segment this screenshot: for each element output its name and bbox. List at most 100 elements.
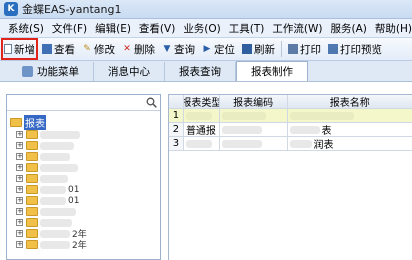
query-button-label: 查询: [174, 43, 195, 56]
menu-tools[interactable]: 工具(T): [229, 21, 265, 36]
tree-node-label: 01: [68, 195, 80, 206]
cell-report-code: [220, 137, 288, 150]
view-icon: [42, 44, 52, 54]
expand-icon[interactable]: +: [16, 208, 23, 215]
column-header-report-name[interactable]: 报表名称: [287, 95, 412, 108]
new-button-label: 新增: [14, 43, 35, 56]
new-document-icon: [4, 44, 12, 54]
column-header-report-code[interactable]: 报表编码: [219, 95, 288, 108]
table-row[interactable]: 1: [169, 109, 412, 123]
tab-report-query[interactable]: 报表查询: [165, 62, 236, 81]
redacted-label: [40, 130, 80, 139]
folder-icon: [26, 196, 38, 205]
grid-header-row: 报表类型 报表编码 报表名称: [169, 95, 412, 109]
pencil-icon: ✎: [83, 44, 91, 54]
redacted-label: [40, 207, 76, 216]
menu-workflow[interactable]: 工作流(W): [272, 21, 322, 36]
menu-bar: 系统(S) 文件(F) 编辑(E) 查看(V) 业务(O) 工具(T) 工作流(…: [0, 19, 412, 38]
menu-file[interactable]: 文件(F): [52, 21, 87, 36]
menu-business[interactable]: 业务(O): [183, 21, 220, 36]
folder-icon: [26, 141, 38, 150]
tree-search-input[interactable]: [7, 95, 160, 111]
expand-icon[interactable]: +: [16, 153, 23, 160]
expand-icon[interactable]: +: [16, 175, 23, 182]
report-tree-panel: 报表 + + + + + +01 +01 + + +2年 +2年: [6, 94, 161, 260]
locate-button[interactable]: ▶ 定位: [200, 39, 237, 59]
refresh-button[interactable]: 刷新: [240, 39, 277, 59]
expand-icon[interactable]: +: [16, 186, 23, 193]
print-button[interactable]: 打印: [286, 39, 323, 59]
delete-button[interactable]: ✕ 删除: [120, 39, 157, 59]
folder-icon: [26, 174, 38, 183]
menu-system[interactable]: 系统(S): [8, 21, 44, 36]
cell-report-type: [184, 137, 220, 150]
edit-button[interactable]: ✎ 修改: [80, 39, 117, 59]
locate-button-label: 定位: [214, 43, 235, 56]
delete-button-label: 删除: [134, 43, 155, 56]
row-number: 1: [169, 109, 184, 122]
table-row[interactable]: 3 润表: [169, 137, 412, 151]
search-icon[interactable]: [146, 97, 157, 108]
title-bar: K 金蝶EAS-yantang1: [0, 0, 412, 19]
expand-icon[interactable]: +: [16, 164, 23, 171]
tree-node[interactable]: +: [7, 129, 160, 140]
report-grid: 报表类型 报表编码 报表名称 1 2 普通报 表 3 润表: [168, 94, 412, 260]
redacted-label: [40, 218, 72, 227]
tree-node-label: 01: [68, 184, 80, 195]
expand-icon[interactable]: +: [16, 241, 23, 248]
tree-node[interactable]: +: [7, 162, 160, 173]
print-preview-icon: [328, 44, 338, 54]
tree-root-node[interactable]: 报表: [7, 114, 160, 130]
redacted-label: [40, 152, 70, 161]
row-number: 3: [169, 137, 184, 150]
menu-service[interactable]: 服务(A): [330, 21, 366, 36]
cell-report-name: 表: [288, 123, 412, 136]
view-button[interactable]: 查看: [40, 39, 77, 59]
report-name-text: 表: [321, 126, 332, 136]
tab-message-center[interactable]: 消息中心: [94, 62, 165, 81]
folder-icon: [26, 130, 38, 139]
expand-icon[interactable]: +: [16, 230, 23, 237]
function-menu-icon: [22, 66, 33, 77]
new-button[interactable]: 新增: [1, 38, 38, 60]
folder-icon: [26, 152, 38, 161]
tree-node[interactable]: +2年: [7, 239, 160, 251]
redacted-label: [40, 240, 70, 249]
folder-icon: [26, 218, 38, 227]
tree-node-label: 2年: [72, 241, 87, 251]
folder-icon: [26, 229, 38, 238]
redacted-label: [40, 196, 66, 205]
toolbar: 新增 查看 ✎ 修改 ✕ 删除 ▼ 查询 ▶ 定位 刷新 打印 打印预览: [0, 38, 412, 61]
expand-icon[interactable]: +: [16, 197, 23, 204]
column-header-report-type[interactable]: 报表类型: [183, 95, 220, 108]
expand-icon[interactable]: +: [16, 219, 23, 226]
print-button-label: 打印: [300, 43, 321, 56]
tab-function-menu[interactable]: 功能菜单: [8, 62, 94, 81]
tree-node[interactable]: +01: [7, 184, 160, 195]
window-title: 金蝶EAS-yantang1: [22, 3, 122, 16]
menu-edit[interactable]: 编辑(E): [95, 21, 131, 36]
tree-node[interactable]: +: [7, 206, 160, 217]
row-number-header: [169, 95, 184, 108]
cell-report-type: [183, 109, 220, 122]
folder-icon: [26, 163, 38, 172]
row-number: 2: [169, 123, 184, 136]
menu-help[interactable]: 帮助(H): [375, 21, 412, 36]
tab-function-menu-label: 功能菜单: [37, 66, 79, 78]
tree-node[interactable]: +01: [7, 195, 160, 206]
tab-report-making-label: 报表制作: [251, 66, 293, 78]
report-tree: 报表 + + + + + +01 +01 + + +2年 +2年: [7, 114, 160, 251]
tree-node[interactable]: +: [7, 151, 160, 162]
tree-node[interactable]: +: [7, 173, 160, 184]
query-button[interactable]: ▼ 查询: [160, 39, 197, 59]
view-button-label: 查看: [54, 43, 75, 56]
cell-report-code: [220, 123, 288, 136]
tree-root-label: 报表: [24, 114, 46, 130]
expand-icon[interactable]: +: [16, 142, 23, 149]
tab-report-making[interactable]: 报表制作: [236, 61, 308, 81]
print-preview-button[interactable]: 打印预览: [326, 39, 384, 59]
table-row[interactable]: 2 普通报 表: [169, 123, 412, 137]
menu-view[interactable]: 查看(V): [139, 21, 175, 36]
expand-icon[interactable]: +: [16, 131, 23, 138]
tree-node[interactable]: +: [7, 140, 160, 151]
